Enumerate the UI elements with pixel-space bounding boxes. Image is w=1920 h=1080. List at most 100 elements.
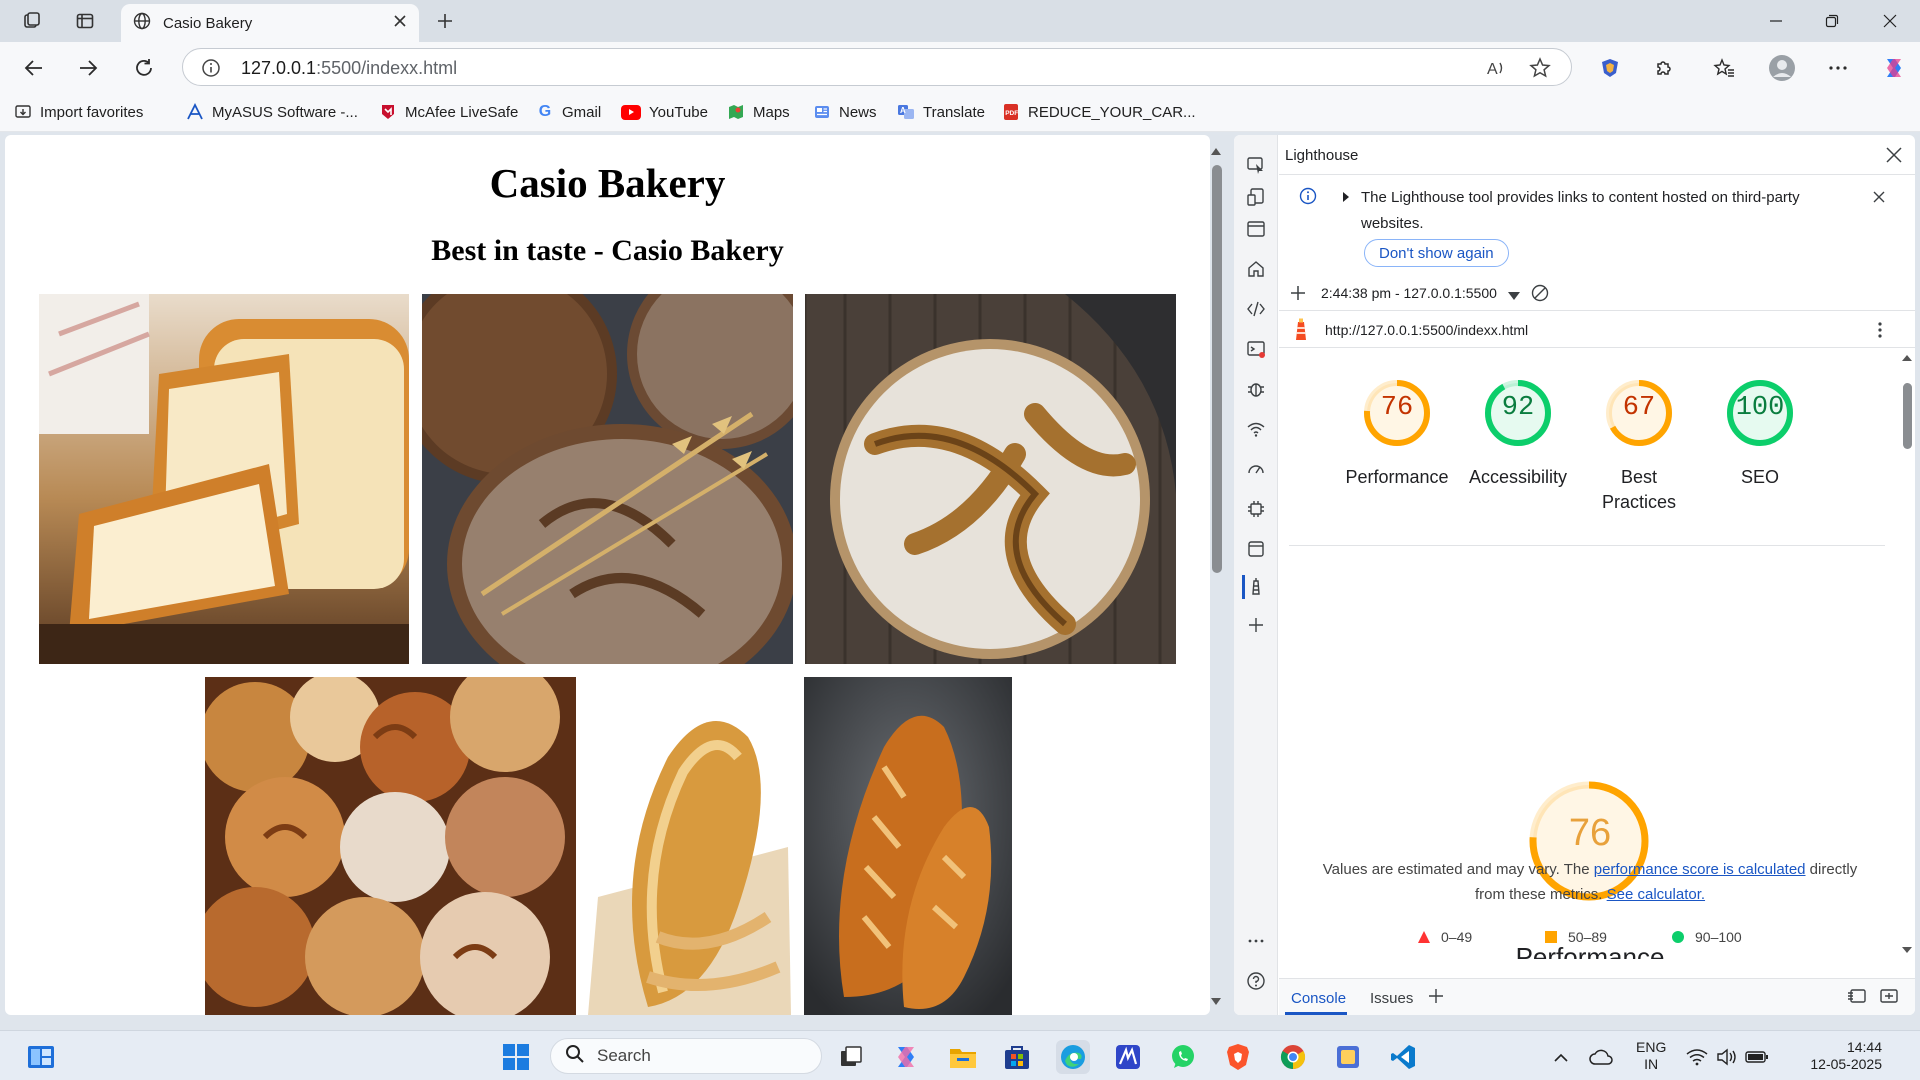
favorite-maps[interactable]: Maps bbox=[727, 100, 790, 124]
favorite-youtube[interactable]: YouTube bbox=[621, 100, 708, 124]
score-calculated-link[interactable]: performance score is calculated bbox=[1594, 861, 1806, 878]
show-hidden-icons-chevron[interactable] bbox=[1544, 1040, 1578, 1074]
workspaces-icon[interactable] bbox=[19, 8, 45, 34]
start-button[interactable] bbox=[499, 1040, 533, 1074]
site-info-icon[interactable] bbox=[201, 58, 221, 82]
report-url-row: http://127.0.0.1:5500/indexx.html bbox=[1279, 310, 1915, 348]
more-menu-icon[interactable] bbox=[1822, 52, 1854, 84]
close-window-icon[interactable] bbox=[1866, 6, 1914, 36]
chrome-icon[interactable] bbox=[1276, 1040, 1310, 1074]
console-icon[interactable] bbox=[1244, 337, 1268, 361]
close-tab-icon[interactable] bbox=[393, 14, 407, 32]
copilot-icon[interactable] bbox=[1878, 52, 1910, 84]
restore-icon[interactable] bbox=[1808, 6, 1856, 36]
minimize-icon[interactable] bbox=[1752, 6, 1800, 36]
sources-bug-icon[interactable] bbox=[1244, 377, 1268, 401]
vscode-icon[interactable] bbox=[1386, 1040, 1420, 1074]
more-tools-plus-icon[interactable] bbox=[1244, 613, 1268, 637]
device-emulation-icon[interactable] bbox=[1244, 185, 1268, 209]
tab-console[interactable]: Console bbox=[1291, 990, 1346, 1007]
tab-actions-icon[interactable] bbox=[72, 8, 98, 34]
rustic-bread-image bbox=[805, 294, 1176, 664]
score-performance[interactable]: 76 Performance bbox=[1341, 369, 1453, 487]
close-devtools-icon[interactable] bbox=[1885, 146, 1903, 168]
system-clock[interactable]: 14:44 12-05-2025 bbox=[1782, 1039, 1882, 1073]
refresh-button[interactable] bbox=[128, 52, 160, 84]
google-icon: G bbox=[538, 103, 552, 120]
dock-drawer-icon[interactable] bbox=[1847, 987, 1867, 1009]
volume-icon[interactable] bbox=[1710, 1040, 1744, 1074]
application-icon[interactable] bbox=[1244, 537, 1268, 561]
translate-icon: A bbox=[897, 103, 915, 121]
report-menu-icon[interactable] bbox=[1877, 321, 1883, 343]
add-drawer-tab-icon[interactable] bbox=[1427, 987, 1445, 1009]
onedrive-cloud-icon[interactable] bbox=[1584, 1040, 1618, 1074]
favorite-star-icon[interactable] bbox=[1529, 57, 1551, 83]
copilot-app-icon[interactable] bbox=[889, 1040, 923, 1074]
task-view-icon[interactable] bbox=[834, 1040, 868, 1074]
help-icon[interactable] bbox=[1244, 969, 1268, 993]
score-value: 92 bbox=[1501, 393, 1535, 423]
score-seo[interactable]: 100 SEO bbox=[1704, 369, 1816, 487]
new-tab-icon[interactable] bbox=[432, 8, 458, 34]
welcome-home-icon[interactable] bbox=[1244, 257, 1268, 281]
rail-more-icon[interactable] bbox=[1244, 929, 1268, 953]
profile-avatar[interactable] bbox=[1766, 52, 1798, 84]
wifi-icon[interactable] bbox=[1680, 1040, 1714, 1074]
address-bar[interactable]: 127.0.0.1:5500/indexx.html A bbox=[182, 48, 1572, 86]
import-icon bbox=[14, 103, 32, 121]
score-best-practices[interactable]: 67 Best Practices bbox=[1583, 369, 1695, 512]
report-dropdown-icon[interactable] bbox=[1507, 288, 1521, 305]
score-accessibility[interactable]: 92 Accessibility bbox=[1462, 369, 1574, 487]
see-calculator-link[interactable]: See calculator. bbox=[1607, 886, 1705, 903]
legend-pass: 90–100 bbox=[1671, 929, 1742, 945]
brave-browser-icon[interactable] bbox=[1221, 1040, 1255, 1074]
clear-reports-icon[interactable] bbox=[1531, 284, 1549, 306]
malwarebytes-icon[interactable] bbox=[1111, 1040, 1145, 1074]
favorite-gmail[interactable]: G Gmail bbox=[536, 100, 601, 124]
favorite-news[interactable]: News bbox=[813, 100, 877, 124]
whatsapp-icon[interactable] bbox=[1166, 1040, 1200, 1074]
expand-triangle-icon[interactable] bbox=[1341, 190, 1351, 207]
microsoft-store-icon[interactable] bbox=[1000, 1040, 1034, 1074]
app-folder-icon[interactable] bbox=[1331, 1040, 1365, 1074]
extensions-icon[interactable] bbox=[1648, 52, 1680, 84]
lighthouse-icon[interactable] bbox=[1242, 575, 1266, 599]
edge-taskbar-icon[interactable] bbox=[1056, 1040, 1090, 1074]
file-explorer-icon[interactable] bbox=[946, 1040, 980, 1074]
page-subtitle: Best in taste - Casio Bakery bbox=[431, 234, 784, 267]
performance-gauge-icon[interactable] bbox=[1244, 457, 1268, 481]
back-button[interactable] bbox=[18, 52, 50, 84]
panel-toggle-icon[interactable] bbox=[1244, 217, 1268, 241]
page-scrollbar-thumb[interactable] bbox=[1212, 165, 1222, 573]
taskbar-search[interactable]: Search bbox=[550, 1038, 822, 1074]
dont-show-again-button[interactable]: Don't show again bbox=[1364, 239, 1509, 267]
report-scrollbar-thumb[interactable] bbox=[1903, 383, 1912, 449]
score-value: 100 bbox=[1735, 393, 1785, 423]
elements-code-icon[interactable] bbox=[1244, 297, 1268, 321]
favorite-myasus[interactable]: MyASUS Software -... bbox=[186, 100, 358, 124]
read-aloud-icon[interactable]: A bbox=[1485, 57, 1507, 83]
undock-drawer-icon[interactable] bbox=[1879, 987, 1899, 1009]
battery-icon[interactable] bbox=[1740, 1040, 1774, 1074]
favorite-label: YouTube bbox=[649, 103, 708, 121]
widgets-icon[interactable] bbox=[24, 1040, 58, 1074]
favorite-reduce[interactable]: PDF REDUCE_YOUR_CAR... bbox=[1002, 100, 1196, 124]
new-report-plus-icon[interactable] bbox=[1289, 284, 1307, 306]
favorites-icon[interactable] bbox=[1708, 52, 1740, 84]
info-icon bbox=[1299, 187, 1317, 209]
inspect-element-icon[interactable] bbox=[1244, 153, 1268, 177]
memory-chip-icon[interactable] bbox=[1244, 497, 1268, 521]
brave-shield-extension-icon[interactable] bbox=[1594, 52, 1626, 84]
favorite-translate[interactable]: A Translate bbox=[897, 100, 985, 124]
language-indicator[interactable]: ENG IN bbox=[1636, 1039, 1666, 1073]
tab-issues[interactable]: Issues bbox=[1370, 990, 1413, 1007]
favorite-label: REDUCE_YOUR_CAR... bbox=[1028, 103, 1196, 121]
forward-button[interactable] bbox=[72, 52, 104, 84]
favorite-mcafee[interactable]: McAfee LiveSafe bbox=[379, 100, 518, 124]
favorite-import[interactable]: Import favorites bbox=[14, 100, 143, 124]
report-selector[interactable]: 2:44:38 pm - 127.0.0.1:5500 bbox=[1321, 285, 1497, 301]
network-wifi-icon[interactable] bbox=[1244, 417, 1268, 441]
tab-casio-bakery[interactable]: Casio Bakery bbox=[121, 4, 419, 42]
dismiss-info-icon[interactable] bbox=[1872, 190, 1886, 208]
